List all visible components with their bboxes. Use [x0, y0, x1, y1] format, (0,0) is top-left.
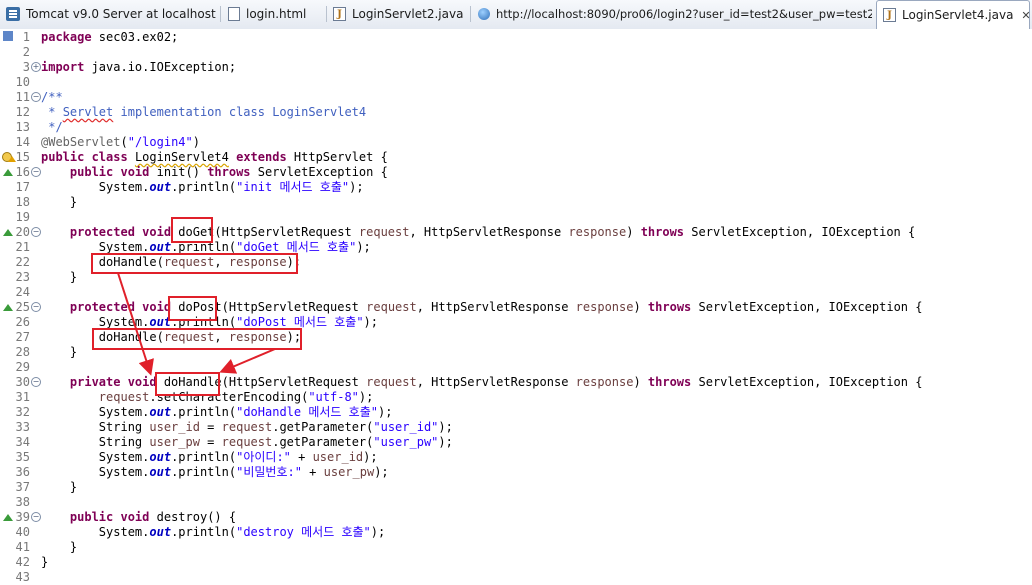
tab-tomcat-server[interactable]: Tomcat v9.0 Server at localhost — [6, 0, 218, 28]
java-file-icon: J — [883, 8, 896, 22]
tab-loginservlet4[interactable]: J LoginServlet4.java ✕ — [876, 0, 1030, 29]
tab-label: LoginServlet2.java — [352, 7, 464, 21]
tab-separator — [220, 6, 221, 22]
annotation-arrows — [117, 272, 276, 376]
code-editor[interactable]: 1 2 3 10 11 12 13 14 15 16 17 18 19 20 2… — [0, 29, 1032, 584]
tab-login-html[interactable]: login.html — [228, 0, 324, 28]
editor-tab-bar: Tomcat v9.0 Server at localhost login.ht… — [0, 0, 1032, 30]
tab-separator — [470, 6, 471, 22]
tab-label: Tomcat v9.0 Server at localhost — [26, 7, 216, 21]
arrow-dopost-to-dohandle — [219, 348, 276, 374]
tab-label: login.html — [246, 7, 307, 21]
java-file-icon: J — [333, 7, 346, 21]
server-icon — [6, 7, 20, 21]
browser-globe-icon — [478, 8, 490, 20]
close-tab-icon[interactable]: ✕ — [1021, 9, 1029, 22]
tab-separator — [326, 6, 327, 22]
tab-label: LoginServlet4.java — [902, 8, 1014, 22]
tab-label: http://localhost:8090/pro06/login2?user_… — [496, 7, 872, 21]
arrow-doget-to-dohandle — [117, 272, 154, 376]
html-file-icon — [228, 7, 240, 21]
tab-loginservlet2[interactable]: J LoginServlet2.java — [333, 0, 467, 28]
tab-browser-login2[interactable]: http://localhost:8090/pro06/login2?user_… — [478, 0, 872, 28]
